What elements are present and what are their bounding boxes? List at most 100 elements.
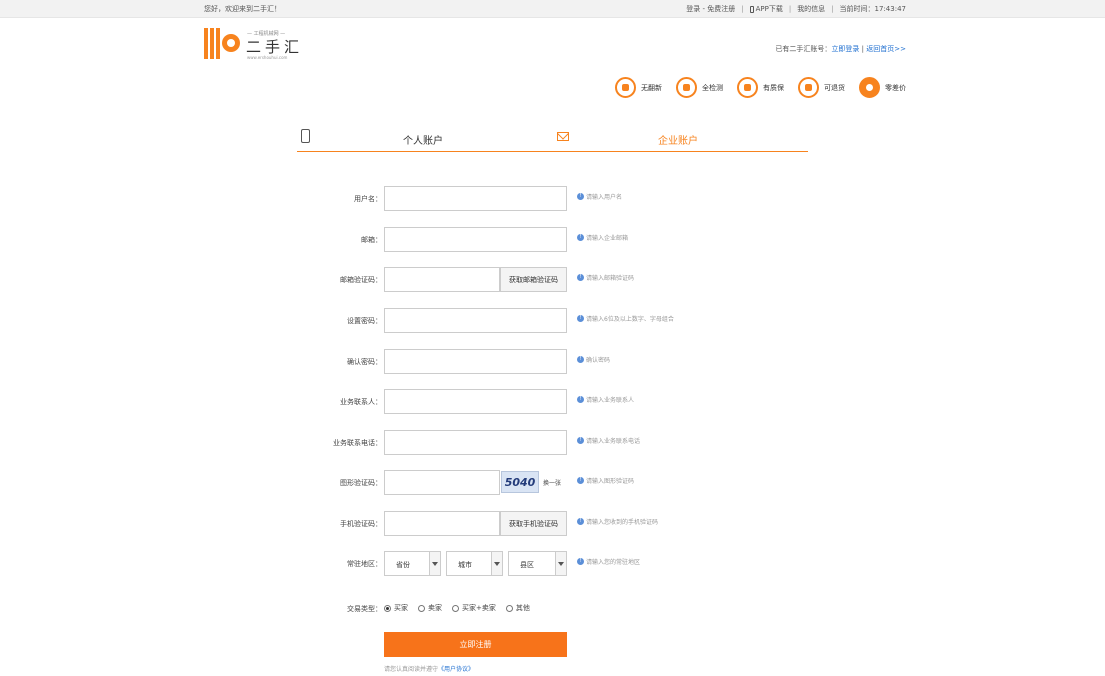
feature-no-markup: 零差价 <box>859 77 906 98</box>
site-logo[interactable]: — 工程机械网 — 二手汇 www.ershouhui.com <box>204 25 324 67</box>
row-contact: 业务联系人： ! 请输入业务联系人 <box>0 389 1105 414</box>
trade-type-options: 买家 卖家 买家+卖家 其他 <box>384 603 530 613</box>
confirm-password-hint: ! 确认密码 <box>577 355 610 364</box>
info-icon: ! <box>577 274 584 281</box>
my-info-link[interactable]: 我的信息 <box>797 4 825 14</box>
contact-hint: ! 请输入业务联系人 <box>577 395 634 404</box>
info-icon: ! <box>577 234 584 241</box>
tab-personal[interactable]: 个人账户 <box>297 125 553 151</box>
feature-label: 有质保 <box>763 83 784 92</box>
inspect-icon <box>676 77 697 98</box>
sms-code-hint: ! 请输入您收到的手机验证码 <box>577 517 658 526</box>
password-label: 设置密码： <box>347 317 382 325</box>
email-hint: ! 请输入企业邮箱 <box>577 233 628 242</box>
district-select[interactable]: 县区 <box>508 551 567 576</box>
divider: | <box>741 5 744 13</box>
username-label: 用户名： <box>354 195 382 203</box>
top-links: 登录 - 免费注册 | APP下载 | 我的信息 | 当前时间：17:43:47 <box>686 4 906 14</box>
email-label: 邮箱： <box>361 236 382 244</box>
district-value: 县区 <box>520 561 534 569</box>
tab-business-label: 企业账户 <box>658 136 698 147</box>
sms-code-label: 手机验证码： <box>340 520 382 528</box>
contact-phone-hint: ! 请输入业务联系电话 <box>577 436 640 445</box>
divider: | <box>861 45 865 53</box>
current-time: 当前时间：17:43:47 <box>839 5 906 13</box>
feature-label: 无翻新 <box>641 83 662 92</box>
radio-seller[interactable]: 卖家 <box>418 603 442 613</box>
contact-phone-input[interactable] <box>384 430 567 455</box>
contact-phone-label: 业务联系电话： <box>333 439 382 447</box>
radio-other[interactable]: 其他 <box>505 603 530 613</box>
gear-icon <box>222 34 240 52</box>
row-confirm-password: 确认密码： ! 确认密码 <box>0 349 1105 374</box>
tab-business[interactable]: 企业账户 <box>553 125 808 151</box>
radio-icon <box>418 604 425 612</box>
captcha-input[interactable] <box>384 470 500 495</box>
warranty-icon <box>737 77 758 98</box>
radio-buyer[interactable]: 买家 <box>384 603 408 613</box>
info-icon: ! <box>577 518 584 525</box>
phone-icon <box>301 129 310 143</box>
feature-returnable: 可退货 <box>798 77 845 98</box>
email-input[interactable] <box>384 227 567 252</box>
logo-name: 二手汇 <box>246 38 304 56</box>
info-icon: ! <box>577 437 584 444</box>
app-download-label: APP下载 <box>755 5 783 13</box>
username-input[interactable] <box>384 186 567 211</box>
feature-warranty: 有质保 <box>737 77 784 98</box>
logo-bars <box>204 28 220 59</box>
row-contact-phone: 业务联系电话： ! 请输入业务联系电话 <box>0 430 1105 455</box>
divider: | <box>831 5 834 13</box>
greeting-text: 您好，欢迎来到二手汇！ <box>204 5 281 13</box>
email-code-label: 邮箱验证码： <box>340 276 382 284</box>
info-icon: ! <box>577 477 584 484</box>
info-icon: ! <box>577 193 584 200</box>
captcha-image[interactable]: 5040 <box>501 471 539 493</box>
login-now-link[interactable]: 立即登录 <box>831 45 859 53</box>
password-input[interactable] <box>384 308 567 333</box>
password-hint: ! 请输入6位及以上数字、字母组合 <box>577 314 674 323</box>
radio-icon <box>505 604 513 612</box>
email-code-input[interactable] <box>384 267 500 292</box>
contact-input[interactable] <box>384 389 567 414</box>
info-icon: ! <box>577 356 584 363</box>
get-email-code-button[interactable]: 获取邮箱验证码 <box>500 267 567 292</box>
return-icon <box>798 77 819 98</box>
info-icon: ! <box>577 558 584 565</box>
feature-no-refurb: 无翻新 <box>615 77 662 98</box>
feature-list: 无翻新 全检测 有质保 可退货 零差价 <box>615 77 906 98</box>
app-download-link[interactable]: APP下载 <box>749 4 783 14</box>
back-home-link[interactable]: 返回首页>> <box>866 45 906 53</box>
info-icon: ! <box>577 396 584 403</box>
top-bar: 您好，欢迎来到二手汇！ 登录 - 免费注册 | APP下载 | 我的信息 | 当… <box>0 0 1105 18</box>
radio-checked-icon <box>384 604 391 612</box>
money-bag-icon <box>859 77 880 98</box>
row-email-code: 邮箱验证码： 获取邮箱验证码 ! 请输入邮箱验证码 <box>0 267 1105 292</box>
feature-inspection: 全检测 <box>676 77 723 98</box>
row-username: 用户名： ! 请输入用户名 <box>0 186 1105 211</box>
region-label: 常驻地区： <box>347 560 382 568</box>
logo-url: www.ershouhui.com <box>247 55 288 60</box>
confirm-password-input[interactable] <box>384 349 567 374</box>
info-icon: ! <box>577 315 584 322</box>
row-sms-code: 手机验证码： 获取手机验证码 ! 请输入您收到的手机验证码 <box>0 511 1105 536</box>
login-link[interactable]: 登录 <box>686 5 700 13</box>
mail-icon <box>557 132 569 141</box>
radio-buyer-seller[interactable]: 买家+卖家 <box>452 603 496 613</box>
feature-label: 可退货 <box>824 83 845 92</box>
username-hint: ! 请输入用户名 <box>577 192 622 201</box>
row-email: 邮箱： ! 请输入企业邮箱 <box>0 227 1105 252</box>
register-link[interactable]: 免费注册 <box>707 5 735 13</box>
city-select[interactable]: 城市 <box>446 551 503 576</box>
have-account-text: 已有二手汇账号： <box>775 45 832 53</box>
province-select[interactable]: 省份 <box>384 551 441 576</box>
chevron-down-icon <box>429 552 440 575</box>
user-agreement-link[interactable]: 《用户协议》 <box>438 666 474 673</box>
feature-label: 零差价 <box>885 83 906 92</box>
change-captcha-link[interactable]: 换一张 <box>543 478 561 487</box>
sms-code-input[interactable] <box>384 511 500 536</box>
get-sms-code-button[interactable]: 获取手机验证码 <box>500 511 567 536</box>
radio-icon <box>452 604 459 612</box>
register-button[interactable]: 立即注册 <box>384 632 567 657</box>
row-captcha: 图形验证码： 5040 换一张 ! 请输入图形验证码 <box>0 470 1105 495</box>
